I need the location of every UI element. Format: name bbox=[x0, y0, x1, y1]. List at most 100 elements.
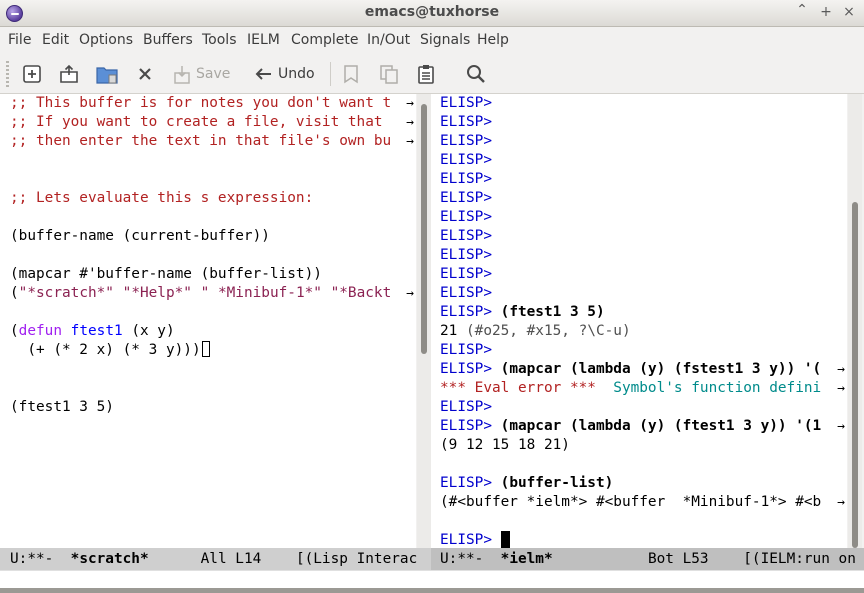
save-button[interactable]: Save bbox=[172, 61, 230, 87]
ielm-prompt: ELISP> bbox=[440, 133, 492, 149]
truncation-arrow-icon: → bbox=[406, 115, 414, 130]
code-line: ;; This buffer is for notes you don't wa… bbox=[10, 95, 392, 111]
code-line: (buffer-name (current-buffer)) bbox=[10, 228, 270, 244]
string-literal: "*Backt bbox=[330, 285, 392, 301]
truncation-arrow-icon: → bbox=[837, 362, 845, 377]
right-scrollbar-thumb[interactable] bbox=[852, 202, 858, 548]
modeline-mode[interactable]: [(IELM:run on bbox=[743, 551, 856, 567]
function-name: ftest1 bbox=[70, 323, 123, 339]
menu-edit[interactable]: Edit bbox=[42, 32, 69, 48]
kill-buffer-button[interactable] bbox=[135, 61, 155, 87]
ielm-prompt: ELISP> bbox=[440, 228, 492, 244]
open-folder-icon bbox=[60, 64, 78, 83]
undo-button[interactable]: Undo bbox=[254, 61, 315, 87]
truncation-arrow-icon: → bbox=[837, 495, 845, 510]
undo-arrow-icon bbox=[255, 68, 271, 80]
string-literal: " *Minibuf-1*" bbox=[200, 285, 322, 301]
eval-error-label: *** Eval error *** bbox=[440, 380, 596, 396]
undo-label: Undo bbox=[278, 66, 315, 82]
text-cursor bbox=[201, 341, 210, 357]
ielm-prompt: ELISP> bbox=[440, 209, 492, 225]
dired-button[interactable] bbox=[95, 61, 119, 87]
defun-args: (x y) bbox=[122, 323, 175, 339]
ielm-result: (9 12 15 18 21) bbox=[440, 437, 570, 453]
menu-in-out[interactable]: In/Out bbox=[367, 32, 410, 48]
menu-bar: File Edit Options Buffers Tools IELM Com… bbox=[0, 27, 864, 53]
paste-icon bbox=[418, 65, 434, 84]
truncation-arrow-icon: → bbox=[406, 286, 414, 301]
code-line: ;; If you want to create a file, visit t… bbox=[10, 114, 392, 130]
window-title: emacs@tuxhorse bbox=[364, 4, 500, 20]
save-icon bbox=[174, 66, 190, 84]
menu-options[interactable]: Options bbox=[79, 32, 133, 48]
ielm-prompt: ELISP> bbox=[440, 152, 492, 168]
menu-buffers[interactable]: Buffers bbox=[143, 32, 193, 48]
ielm-prompt: ELISP> bbox=[440, 285, 492, 301]
truncation-arrow-icon: → bbox=[406, 134, 414, 149]
ielm-prompt: ELISP> bbox=[440, 171, 492, 187]
title-bar: emacs@tuxhorse ⌃ + × bbox=[0, 0, 864, 27]
ielm-prompt: ELISP> bbox=[440, 418, 492, 434]
menu-file[interactable]: File bbox=[8, 32, 31, 48]
code-text: (+ (* 2 x) (* 3 y))) bbox=[10, 342, 201, 358]
copy-button[interactable] bbox=[378, 61, 400, 87]
dired-folder-icon bbox=[96, 67, 118, 84]
code-line: ("*scratch*" "*Help*" " *Minibuf-1*" "*B… bbox=[10, 284, 391, 303]
code-line: (mapcar #'buffer-name (buffer-list)) bbox=[10, 266, 322, 282]
right-scrollbar[interactable] bbox=[848, 94, 862, 548]
ielm-input: (mapcar (lambda (y) (fstest1 3 y)) '( bbox=[500, 361, 822, 377]
ielm-input-line: ELISP> (mapcar (lambda (y) (ftest1 3 y))… bbox=[440, 417, 821, 436]
ielm-prompt: ELISP> bbox=[440, 475, 492, 491]
mode-line-right[interactable]: U:**- *ielm* Bot L53 [(IELM:run on bbox=[431, 548, 864, 570]
ielm-input-line[interactable]: ELISP> bbox=[440, 531, 510, 548]
modeline-status: U:**- bbox=[440, 551, 501, 567]
close-icon[interactable]: × bbox=[841, 4, 857, 20]
menu-ielm[interactable]: IELM bbox=[247, 32, 280, 48]
cut-button[interactable] bbox=[340, 61, 362, 87]
ielm-result: (#<buffer *ielm*> #<buffer *Minibuf-1*> … bbox=[440, 494, 822, 510]
truncation-arrow-icon: → bbox=[406, 96, 414, 111]
ielm-result-line: 21 (#o25, #x15, ?\C-u) bbox=[440, 322, 631, 341]
menu-signals[interactable]: Signals bbox=[420, 32, 470, 48]
toolbar-separator bbox=[330, 62, 331, 86]
ielm-prompt: ELISP> bbox=[440, 361, 492, 377]
menu-tools[interactable]: Tools bbox=[202, 32, 237, 48]
new-file-button[interactable] bbox=[21, 61, 43, 87]
code-line: ;; Lets evaluate this s expression: bbox=[10, 190, 314, 206]
minimize-icon[interactable]: ⌃ bbox=[794, 2, 810, 18]
ielm-input-line: ELISP> (buffer-list) bbox=[440, 474, 613, 493]
menu-complete[interactable]: Complete bbox=[291, 32, 358, 48]
scratch-window[interactable]: ;; This buffer is for notes you don't wa… bbox=[0, 94, 416, 548]
ielm-result: 21 bbox=[440, 323, 458, 339]
ielm-prompt: ELISP> bbox=[440, 114, 492, 130]
paren: ( bbox=[10, 285, 19, 301]
code-line: (+ (* 2 x) (* 3 y))) bbox=[10, 341, 210, 360]
left-scrollbar[interactable] bbox=[417, 94, 431, 548]
modeline-mode[interactable]: [(Lisp Interac bbox=[296, 551, 417, 567]
maximize-icon[interactable]: + bbox=[818, 4, 834, 20]
ielm-prompt: ELISP> bbox=[440, 247, 492, 263]
paren: ( bbox=[10, 323, 19, 339]
search-button[interactable] bbox=[465, 61, 487, 87]
truncation-arrow-icon: → bbox=[837, 419, 845, 434]
ielm-prompt: ELISP> bbox=[440, 342, 492, 358]
modeline-buffer-name[interactable]: *ielm* bbox=[501, 551, 553, 567]
mode-line-left[interactable]: U:**- *scratch* All L14 [(Lisp Interac bbox=[0, 548, 431, 570]
ielm-prompt: ELISP> bbox=[440, 304, 492, 320]
ielm-input-line: ELISP> (mapcar (lambda (y) (fstest1 3 y)… bbox=[440, 360, 821, 379]
truncation-arrow-icon: → bbox=[837, 381, 845, 396]
left-scrollbar-thumb[interactable] bbox=[421, 104, 427, 354]
modeline-buffer-name[interactable]: *scratch* bbox=[71, 551, 149, 567]
text-cursor bbox=[500, 531, 510, 548]
menu-help[interactable]: Help bbox=[477, 32, 509, 48]
cut-icon bbox=[344, 65, 358, 84]
paste-button[interactable] bbox=[415, 61, 437, 87]
ielm-input: (mapcar (lambda (y) (ftest1 3 y)) '(1 bbox=[500, 418, 822, 434]
ielm-input: (ftest1 3 5) bbox=[500, 304, 605, 320]
window-bottom-edge bbox=[0, 588, 864, 593]
ielm-window[interactable]: ELISP> ELISP> ELISP> ELISP> ELISP> ELISP… bbox=[431, 94, 847, 548]
eval-error-message: Symbol's function defini bbox=[595, 380, 822, 396]
ielm-prompt: ELISP> bbox=[440, 532, 492, 548]
string-literal: "*scratch*" bbox=[18, 285, 114, 301]
open-file-button[interactable] bbox=[58, 61, 80, 87]
